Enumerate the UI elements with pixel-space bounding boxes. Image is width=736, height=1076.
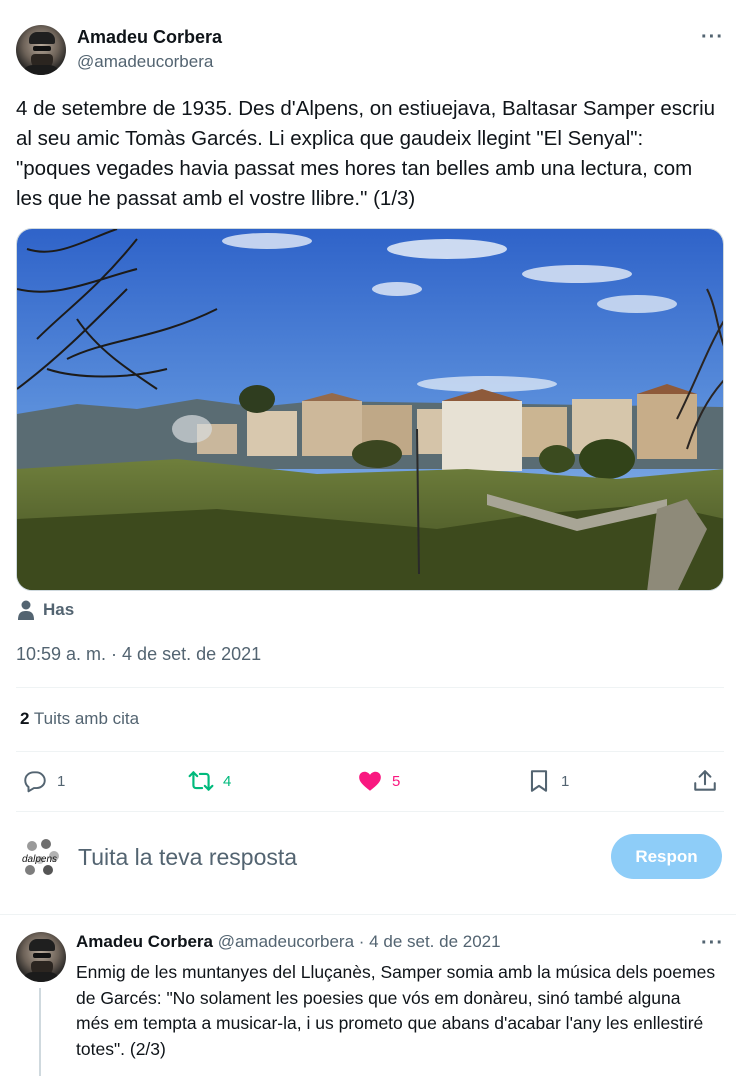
reply-input[interactable]: Tuita la teva resposta	[78, 844, 297, 871]
divider	[16, 811, 724, 812]
tweet-photo[interactable]	[16, 228, 724, 591]
avatar-text: dalpens	[22, 854, 57, 865]
more-options-icon[interactable]: ···	[701, 932, 724, 955]
retweet-count: 4	[223, 772, 232, 790]
retweet-icon	[188, 771, 214, 791]
tagged-user-name[interactable]: Has	[43, 600, 74, 620]
reply-submit-button[interactable]: Respon	[611, 834, 722, 879]
tweet-text: Enmig de les muntanyes del Lluçanès, Sam…	[76, 962, 716, 1059]
like-count: 5	[392, 772, 401, 790]
author-handle[interactable]: @amadeucorbera	[77, 52, 213, 72]
village-landscape-image	[17, 229, 723, 590]
quote-tweets-link[interactable]: 2 Tuits amb cita	[20, 709, 139, 729]
tweet-meta: Amadeu Corbera @amadeucorbera · 4 de set…	[76, 932, 501, 952]
reply-composer: dalpens Tuita la teva resposta Respon	[16, 834, 724, 884]
tweet-text: 4 de setembre de 1935. Des d'Alpens, on …	[16, 97, 716, 210]
thread-tweet[interactable]: Amadeu Corbera @amadeucorbera · 4 de set…	[16, 918, 724, 1076]
author-name[interactable]: Amadeu Corbera	[77, 27, 222, 48]
like-button[interactable]: 5	[357, 766, 400, 796]
reply-button[interactable]: 1	[22, 766, 65, 796]
bookmark-button[interactable]: 1	[526, 766, 569, 796]
tweet-actions-bar: 1 4 5 1	[16, 766, 724, 796]
person-icon	[18, 600, 34, 620]
current-user-avatar[interactable]: dalpens	[20, 838, 64, 878]
author-name[interactable]: Amadeu Corbera	[76, 932, 213, 951]
reply-icon	[24, 771, 46, 793]
quotes-label: Tuits amb cita	[33, 709, 140, 728]
thread-connector-line	[39, 988, 41, 1076]
author-handle[interactable]: @amadeucorbera	[218, 932, 354, 951]
share-icon	[694, 770, 716, 791]
tagged-people[interactable]: Has	[17, 598, 74, 622]
share-button[interactable]	[692, 766, 718, 796]
reply-count: 1	[57, 772, 66, 790]
author-avatar[interactable]	[16, 25, 66, 75]
quotes-count: 2	[20, 709, 30, 728]
divider	[16, 751, 724, 752]
bookmark-icon	[530, 770, 548, 792]
tweet-timestamp[interactable]: 10:59 a. m. · 4 de set. de 2021	[16, 644, 261, 665]
like-icon	[359, 771, 381, 791]
author-avatar[interactable]	[16, 932, 66, 982]
more-options-icon[interactable]: ···	[701, 26, 724, 49]
tweet-date[interactable]: · 4 de set. de 2021	[359, 932, 501, 951]
divider	[0, 914, 736, 915]
tweet-header: Amadeu Corbera @amadeucorbera ···	[16, 24, 724, 80]
retweet-button[interactable]: 4	[188, 766, 231, 796]
divider	[16, 687, 724, 688]
bookmark-count: 1	[561, 772, 570, 790]
